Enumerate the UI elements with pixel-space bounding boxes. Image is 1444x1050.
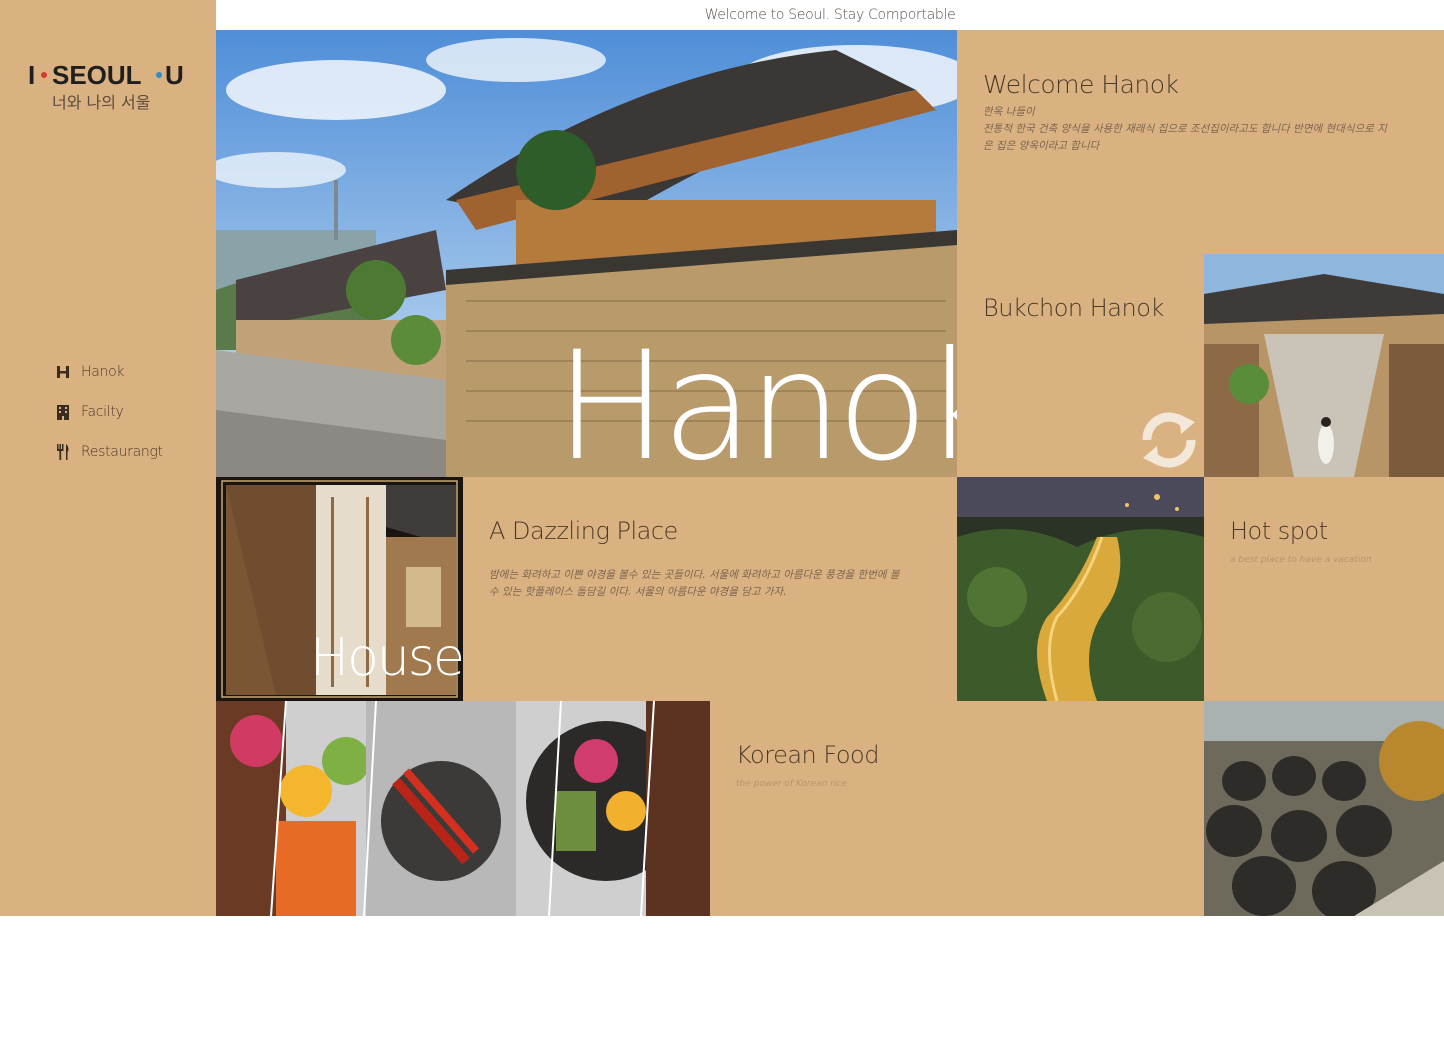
bukchon-panel: Bukchon Hanok xyxy=(957,254,1204,477)
nav-item-restaurant[interactable]: Restaurangt xyxy=(55,432,163,472)
korean-food-subtitle: the power of Korean rice xyxy=(736,779,847,789)
utensils-icon xyxy=(55,444,71,460)
svg-text:U: U xyxy=(165,60,184,90)
sidebar: I SEOUL U 너와 나의 서울 Hanok Facilty Restaur… xyxy=(0,0,216,916)
onggi-jars-image[interactable] xyxy=(1204,701,1444,916)
seoul-logo[interactable]: I SEOUL U 너와 나의 서울 xyxy=(28,58,188,118)
welcome-message: Welcome to Seoul. Stay Comportable xyxy=(704,7,956,23)
hotspot-panel: Hot spot a best place to have a vacation xyxy=(1204,477,1444,701)
welcome-line-1: 한옥 나들이 xyxy=(983,106,1035,118)
svg-text:너와 나의 서울: 너와 나의 서울 xyxy=(52,93,151,112)
hero-caption: Hanok xyxy=(555,320,1009,494)
welcome-panel: Welcome Hanok 한옥 나들이 전통적 한국 건축 양식을 사용한 재… xyxy=(957,30,1444,254)
dazzling-line-2: 수 있는 핫플레이스 돌담길 이다. 서울의 아름다운 야경을 담고 가자. xyxy=(489,586,787,598)
h-icon xyxy=(55,364,71,380)
korean-food-image[interactable] xyxy=(216,701,710,916)
nav-item-hanok[interactable]: Hanok xyxy=(55,352,163,392)
night-wall-image[interactable] xyxy=(957,477,1204,701)
building-icon xyxy=(55,404,71,420)
bukchon-street-image[interactable] xyxy=(1204,254,1444,477)
dazzling-line-1: 밤에는 화려하고 이쁜 야경을 볼수 있는 곳들이다. 서울에 화려하고 아름다… xyxy=(489,569,900,581)
nav-label-hanok: Hanok xyxy=(81,364,125,380)
svg-text:SEOUL: SEOUL xyxy=(52,60,142,90)
welcome-line-2: 전통적 한국 건축 양식을 사용한 재래식 집으로 조선집이라고도 합니다 반면… xyxy=(983,123,1387,135)
korean-food-panel: Korean Food the power of Korean rice xyxy=(710,701,1204,916)
welcome-title: Welcome Hanok xyxy=(983,70,1179,99)
hotspot-title: Hot spot xyxy=(1230,517,1328,545)
bukchon-title: Bukchon Hanok xyxy=(983,294,1164,322)
hotspot-subtitle: a best place to have a vacation xyxy=(1230,555,1372,565)
sidebar-nav: Hanok Facilty Restaurangt xyxy=(55,352,163,472)
dazzling-title: A Dazzling Place xyxy=(489,517,678,545)
nav-label-restaurant: Restaurangt xyxy=(81,444,163,460)
svg-text:I: I xyxy=(28,60,36,90)
korean-food-title: Korean Food xyxy=(736,741,879,769)
refresh-icon[interactable] xyxy=(1133,404,1204,476)
nav-item-facility[interactable]: Facilty xyxy=(55,392,163,432)
welcome-line-3: 은 집은 양옥이라고 합니다 xyxy=(983,140,1100,152)
top-welcome-bar: Welcome to Seoul. Stay Comportable xyxy=(216,0,1444,30)
nav-label-facility: Facilty xyxy=(81,404,124,420)
dazzling-panel: A Dazzling Place 밤에는 화려하고 이쁜 야경을 볼수 있는 곳… xyxy=(463,477,957,701)
house-caption: House xyxy=(310,628,465,688)
